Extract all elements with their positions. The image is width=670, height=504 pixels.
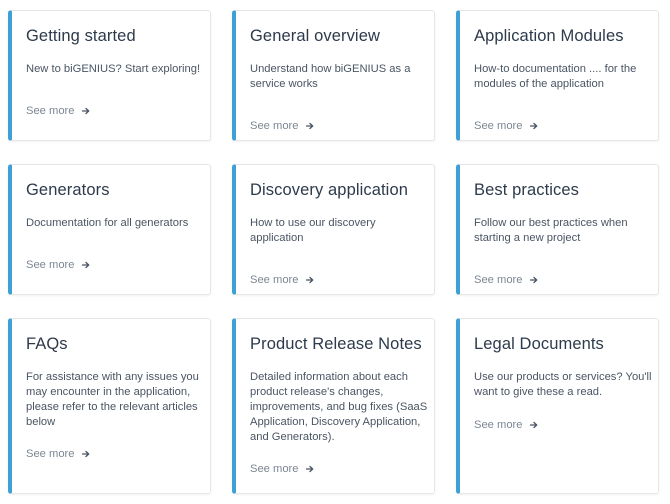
see-more-label: See more xyxy=(250,120,299,132)
arrow-right-icon xyxy=(81,261,89,269)
arrow-right-icon xyxy=(305,122,313,130)
card-title: Generators xyxy=(26,181,110,199)
card-title: FAQs xyxy=(26,335,68,353)
card-description: New to biGENIUS? Start exploring! xyxy=(26,63,201,75)
card-description: For assistance with any issues you may e… xyxy=(26,371,199,428)
see-more-link[interactable]: See more xyxy=(474,120,538,132)
card-title: Product Release Notes xyxy=(250,335,422,353)
card-getting-started[interactable]: Getting started New to biGENIUS? Start e… xyxy=(8,10,211,141)
see-more-link[interactable]: See more xyxy=(250,274,314,286)
see-more-label: See more xyxy=(26,448,75,460)
see-more-label: See more xyxy=(474,419,523,431)
arrow-right-icon xyxy=(529,276,537,284)
card-discovery-application[interactable]: Discovery application How to use our dis… xyxy=(232,164,435,295)
arrow-right-icon xyxy=(81,107,89,115)
card-description: Detailed information about each product … xyxy=(250,371,428,443)
card-best-practices[interactable]: Best practices Follow our best practices… xyxy=(456,164,659,295)
card-description: Use our products or services? You'll wan… xyxy=(474,371,652,398)
card-faqs[interactable]: FAQs For assistance with any issues you … xyxy=(8,318,211,494)
see-more-label: See more xyxy=(26,105,75,117)
arrow-right-icon xyxy=(81,450,89,458)
see-more-label: See more xyxy=(474,120,523,132)
card-title: Getting started xyxy=(26,27,136,45)
see-more-label: See more xyxy=(250,274,299,286)
see-more-link[interactable]: See more xyxy=(26,259,90,271)
see-more-label: See more xyxy=(474,274,523,286)
see-more-link[interactable]: See more xyxy=(26,448,90,460)
card-description: Follow our best practices when starting … xyxy=(474,217,628,244)
see-more-label: See more xyxy=(26,259,75,271)
card-description: Understand how biGENIUS as a service wor… xyxy=(250,63,411,90)
see-more-link[interactable]: See more xyxy=(474,419,538,431)
arrow-right-icon xyxy=(305,276,313,284)
see-more-link[interactable]: See more xyxy=(474,274,538,286)
arrow-right-icon xyxy=(529,421,537,429)
see-more-link[interactable]: See more xyxy=(26,105,90,117)
arrow-right-icon xyxy=(529,122,537,130)
card-grid: Getting started New to biGENIUS? Start e… xyxy=(0,0,670,504)
card-legal-documents[interactable]: Legal Documents Use our products or serv… xyxy=(456,318,659,494)
arrow-right-icon xyxy=(305,465,313,473)
card-generators[interactable]: Generators Documentation for all generat… xyxy=(8,164,211,295)
see-more-link[interactable]: See more xyxy=(250,120,314,132)
card-title: Discovery application xyxy=(250,181,409,199)
card-title: Application Modules xyxy=(474,27,624,45)
see-more-link[interactable]: See more xyxy=(250,463,314,475)
card-description: Documentation for all generators xyxy=(26,217,189,229)
card-product-release-notes[interactable]: Product Release Notes Detailed informati… xyxy=(232,318,435,494)
see-more-label: See more xyxy=(250,463,299,475)
card-application-modules[interactable]: Application Modules How-to documentation… xyxy=(456,10,659,141)
card-title: Best practices xyxy=(474,181,580,199)
card-title: General overview xyxy=(250,27,380,45)
card-general-overview[interactable]: General overview Understand how biGENIUS… xyxy=(232,10,435,141)
card-description: How to use our discovery application xyxy=(250,217,376,244)
card-title: Legal Documents xyxy=(474,335,604,353)
card-description: How-to documentation .... for the module… xyxy=(474,63,637,90)
